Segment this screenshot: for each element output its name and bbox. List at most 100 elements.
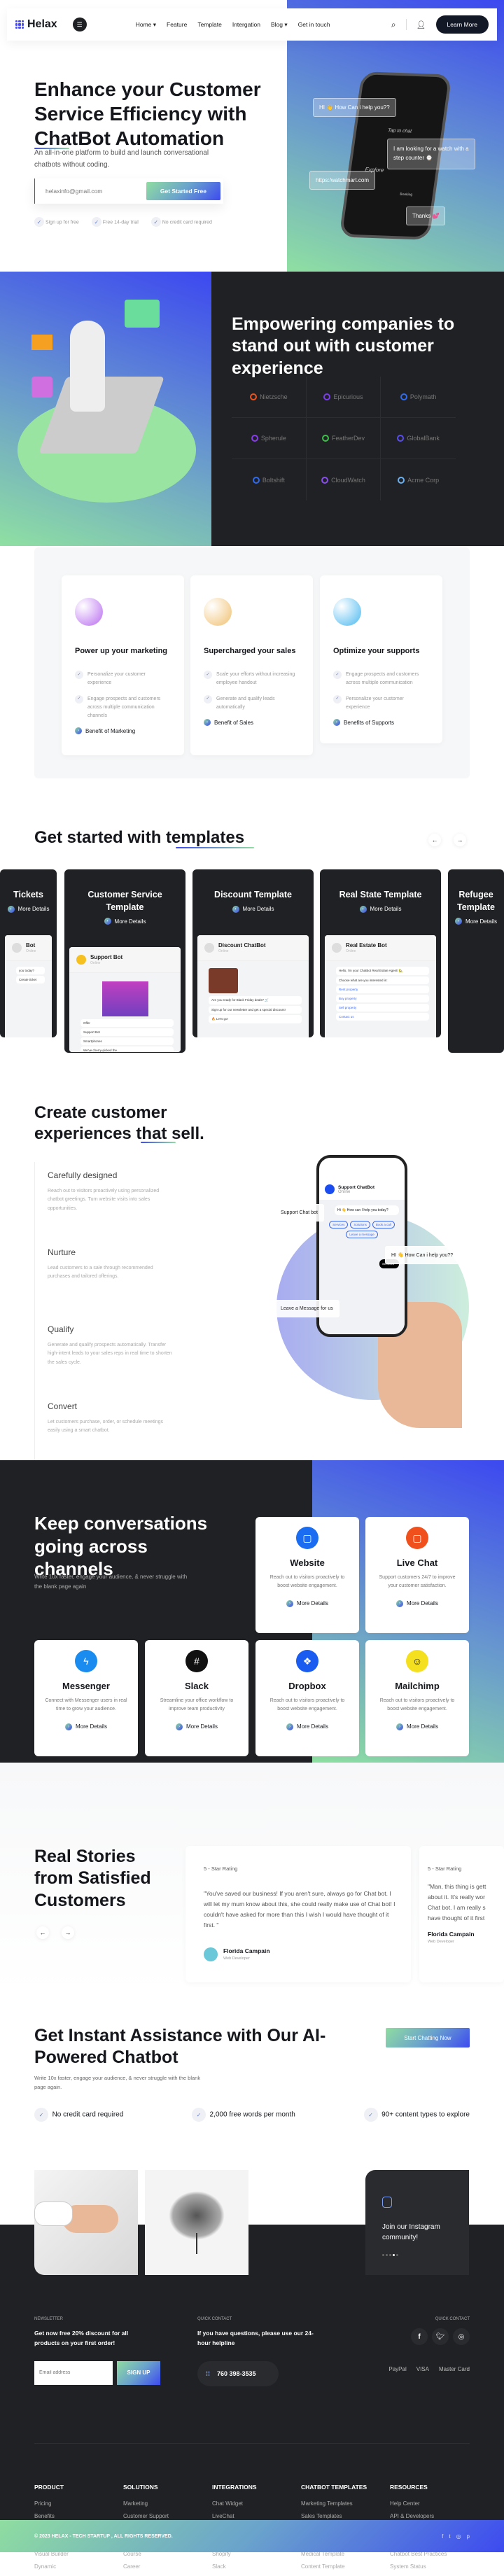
template-card[interactable]: Discount Template › More Details Discount C… [192, 869, 314, 1037]
channel-card[interactable]: # Slack Streamline your office workflow to… [145, 1640, 248, 1756]
chat-message: Create ticket [16, 975, 45, 983]
learn-more-button[interactable]: Learn More [435, 15, 489, 34]
menu-icon[interactable]: ☰ [72, 18, 87, 31]
robot-illustration-panel [0, 272, 211, 546]
check-icon: ✓ [34, 2108, 48, 2122]
template-card[interactable]: Tickets › More Details Bot Online you today? C… [0, 869, 57, 1037]
paypal-logo: PayPal [388, 2366, 407, 2372]
footer-link[interactable]: Chat Widget [212, 2500, 301, 2507]
footer-link[interactable]: Customer Support [123, 2513, 212, 2519]
arrow-right-icon: › [396, 1600, 404, 1607]
footer-link[interactable]: Sales Templates [301, 2513, 390, 2519]
logo[interactable]: Helax [15, 18, 57, 31]
option-button[interactable]: Leave a message [346, 1231, 378, 1238]
more-details-link[interactable]: › More Details [64, 918, 186, 925]
more-details-link[interactable]: › More Details [448, 918, 504, 925]
slider-dots[interactable] [382, 2254, 452, 2256]
templates-next-button[interactable]: → [454, 834, 466, 846]
check-icon: ✓ [150, 217, 161, 227]
option-button[interactable]: Services [329, 1221, 349, 1228]
footer-link[interactable]: LiveChat [212, 2513, 301, 2519]
brand-icon [251, 435, 258, 442]
channel-card[interactable]: ❖ Dropbox Reach out to visitors proactivel… [255, 1640, 359, 1756]
template-card[interactable]: Customer Service Template › More Details Su… [64, 869, 186, 1053]
benefit-point: ✓ Generate and qualify leads automaticall… [204, 694, 300, 713]
nav-get-in-touch[interactable]: Get in touch [298, 21, 330, 29]
channel-card[interactable]: ☺ Mailchimp Reach out to visitors proactiv… [365, 1640, 469, 1756]
nav-template[interactable]: Template [197, 21, 222, 29]
rating-label: 5 - Star Rating [204, 1865, 238, 1872]
user-icon[interactable]: 👤︎ [416, 20, 426, 29]
brand-logo: GlobalBank [381, 418, 456, 459]
product-image [102, 981, 148, 1016]
phone-number[interactable]: ⁞⁞ 760 398-3535 [197, 2360, 279, 2386]
more-details-link[interactable]: › More Details [264, 1723, 351, 1730]
start-chatting-button[interactable]: Start Chatting Now [386, 2028, 470, 2047]
channels-title: Keep conversations going across channels [34, 1513, 208, 1579]
search-icon[interactable]: ⌕ [391, 20, 396, 30]
experience-item-title: Nurture [48, 1247, 76, 1257]
testimonials-next-button[interactable]: → [62, 1926, 74, 1939]
sign-up-button[interactable]: SIGN UP [117, 2360, 160, 2385]
footer-link[interactable]: Slack [212, 2563, 301, 2570]
more-details-link[interactable]: › More Details [320, 905, 441, 913]
experience-item-text: Lead customers to a sale through recomme… [48, 1266, 153, 1280]
footer-link[interactable]: Marketing [123, 2500, 212, 2507]
twitter-icon[interactable]: 🐦︎ [432, 2328, 449, 2345]
chat-message: Sell property [336, 1003, 429, 1011]
pinterest-icon[interactable]: p [467, 2533, 470, 2540]
more-details-link[interactable]: › More Details [153, 1723, 240, 1730]
newsletter-email-input[interactable] [34, 2360, 113, 2385]
benefit-link[interactable]: › Benefit of Sales [204, 719, 300, 726]
footer-link[interactable]: Content Template [301, 2563, 390, 2570]
template-title: Tickets [13, 890, 43, 899]
channel-card[interactable]: ϟ Messenger Connect with Messenger users i… [34, 1640, 138, 1756]
channel-card[interactable]: ▢ Website Reach out to visitors proactivel… [255, 1517, 359, 1633]
footer-link[interactable]: System Status [390, 2563, 479, 2570]
bot-avatar-icon [332, 942, 342, 953]
footer-link[interactable]: Help Center [390, 2500, 479, 2507]
benefit-link[interactable]: › Benefits of Supports [333, 719, 429, 726]
nav-integration[interactable]: Intergation [232, 21, 260, 29]
footer-link[interactable]: Benefits [34, 2513, 123, 2519]
testimonials-prev-button[interactable]: ← [36, 1926, 49, 1939]
nav-home[interactable]: Home ▾ [136, 21, 156, 29]
option-button[interactable]: Book a call [372, 1221, 395, 1228]
footer-link[interactable]: API & Developers [390, 2513, 479, 2519]
footer-link[interactable]: Dynamic [34, 2563, 123, 2570]
facebook-icon[interactable]: f [442, 2533, 443, 2540]
benefit-card: Power up your marketing ✓ Personalize your… [62, 575, 184, 755]
more-details-link[interactable]: › More Details [0, 905, 57, 913]
experience-item: Qualify Generate and qualify prospects au… [48, 1324, 188, 1393]
templates-prev-button[interactable]: ← [428, 834, 441, 846]
instagram-icon[interactable]: ◎ [453, 2328, 470, 2345]
more-details-link[interactable]: › More Details [43, 1723, 130, 1730]
chat-message: Contact us [336, 1012, 429, 1021]
footer-link[interactable]: Marketing Templates [301, 2500, 390, 2507]
email-input[interactable] [46, 188, 144, 195]
more-details-link[interactable]: › More Details [192, 905, 314, 913]
benefit-3d-icon [204, 598, 232, 626]
brand-icon [398, 476, 405, 484]
channel-card[interactable]: ▢ Live Chat Support customers 24/7 to impr… [365, 1517, 469, 1633]
template-card[interactable]: Real State Template › More Details Real Est… [320, 869, 441, 1037]
template-title: Refugee Template [457, 890, 495, 912]
footer-link[interactable]: Pricing [34, 2500, 123, 2507]
twitter-icon[interactable]: t [449, 2533, 450, 2540]
more-details-link[interactable]: › More Details [374, 1723, 461, 1730]
footer-link[interactable]: Career [123, 2563, 212, 2570]
cta-subtitle: Write 10x faster, engage your audience, … [34, 2075, 201, 2090]
template-title: Customer Service Template [88, 890, 162, 912]
get-started-button[interactable]: Get Started Free [146, 182, 220, 200]
instagram-card[interactable]: Join our Instagram community! [365, 2170, 469, 2275]
hero-subtitle: An all-in-one platform to build and laun… [34, 149, 209, 169]
benefit-link[interactable]: › Benefit of Marketing [75, 727, 171, 735]
facebook-icon[interactable]: f [411, 2328, 428, 2345]
nav-blog[interactable]: Blog ▾ [271, 21, 288, 29]
more-details-link[interactable]: › More Details [264, 1600, 351, 1607]
template-card[interactable]: Refugee Template › More Details [448, 869, 504, 1053]
instagram-icon[interactable]: ◎ [456, 2533, 461, 2540]
nav-feature[interactable]: Feature [167, 21, 187, 29]
more-details-link[interactable]: › More Details [374, 1600, 461, 1607]
option-button[interactable]: Solutions [350, 1221, 370, 1228]
